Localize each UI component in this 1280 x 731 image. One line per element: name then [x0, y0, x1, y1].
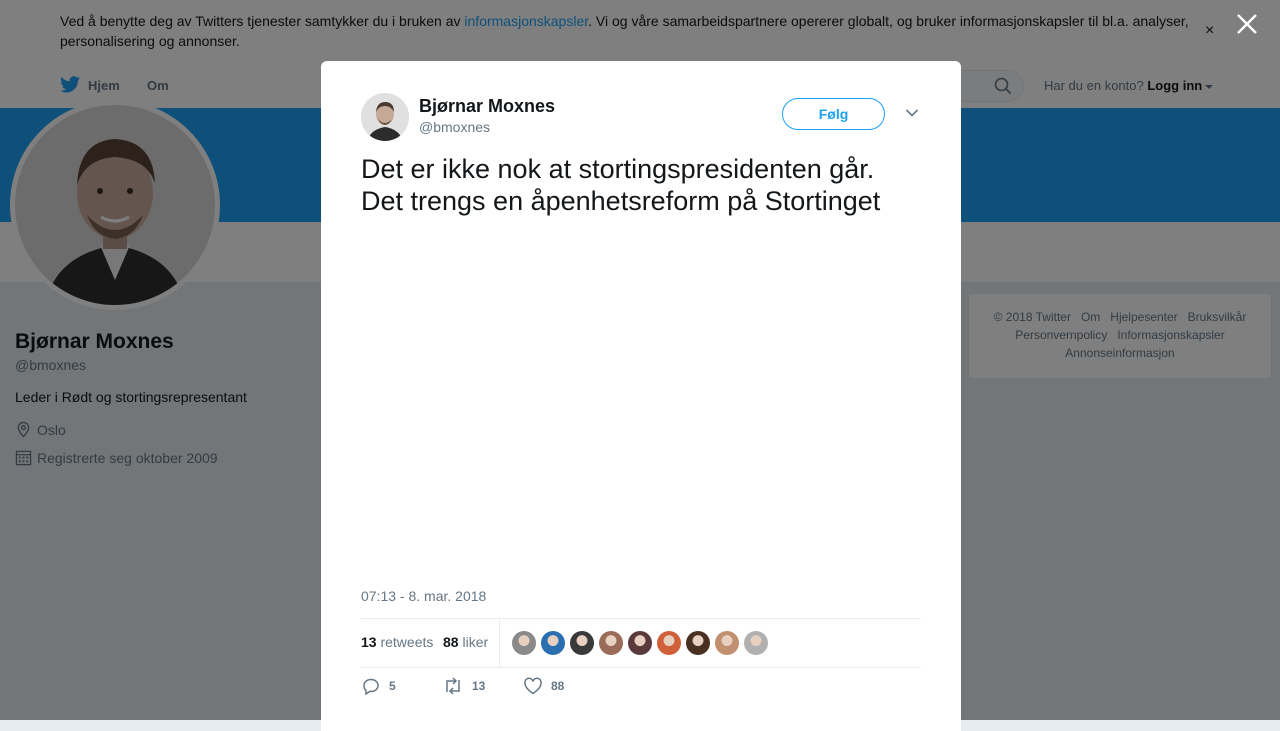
- reply-count: 5: [389, 679, 396, 693]
- retweet-stat-label: retweets: [380, 634, 434, 650]
- heart-icon: [524, 677, 542, 695]
- chevron-down-icon[interactable]: [905, 108, 919, 118]
- like-count: 88: [551, 679, 565, 693]
- author-name[interactable]: Bjørnar Moxnes: [419, 96, 555, 117]
- tweet-timestamp[interactable]: 07:13 - 8. mar. 2018: [361, 588, 486, 604]
- retweet-icon: [446, 677, 460, 695]
- liker-avatars: [512, 631, 768, 655]
- retweet-stat-count: 13: [361, 634, 377, 650]
- retweet-stat[interactable]: 13 retweets: [361, 634, 433, 650]
- reply-icon: [363, 678, 379, 695]
- liker-avatar[interactable]: [628, 631, 652, 655]
- stats-divider: [499, 619, 500, 667]
- author-avatar[interactable]: [361, 93, 409, 141]
- liker-avatar[interactable]: [686, 631, 710, 655]
- liker-avatar[interactable]: [541, 631, 565, 655]
- tweet-stats: 13 retweets 88 liker: [361, 618, 921, 668]
- liker-avatar[interactable]: [715, 631, 739, 655]
- like-stat-label: liker: [462, 634, 489, 650]
- follow-button[interactable]: Følg: [782, 98, 885, 130]
- retweet-count: 13: [472, 679, 486, 693]
- tweet-text: Det er ikke nok at stortingspresidenten …: [361, 153, 921, 217]
- liker-avatar[interactable]: [744, 631, 768, 655]
- tweet-modal: Bjørnar Moxnes @bmoxnes Følg Det er ikke…: [321, 61, 961, 731]
- liker-avatar[interactable]: [599, 631, 623, 655]
- author-photo: [361, 93, 409, 141]
- close-icon[interactable]: [1234, 11, 1260, 37]
- liker-avatar[interactable]: [512, 631, 536, 655]
- like-stat-count: 88: [443, 634, 459, 650]
- reply-button[interactable]: 5: [361, 677, 396, 695]
- retweet-button[interactable]: 13: [442, 677, 485, 695]
- liker-avatar[interactable]: [570, 631, 594, 655]
- liker-avatar[interactable]: [657, 631, 681, 655]
- like-button[interactable]: 88: [523, 677, 564, 695]
- author-handle[interactable]: @bmoxnes: [419, 119, 490, 135]
- tweet-text-line-2: Det trengs en åpenhetsreform på Storting…: [361, 186, 881, 216]
- like-stat[interactable]: 88 liker: [443, 634, 488, 650]
- tweet-text-line-1: Det er ikke nok at stortingspresidenten …: [361, 154, 875, 184]
